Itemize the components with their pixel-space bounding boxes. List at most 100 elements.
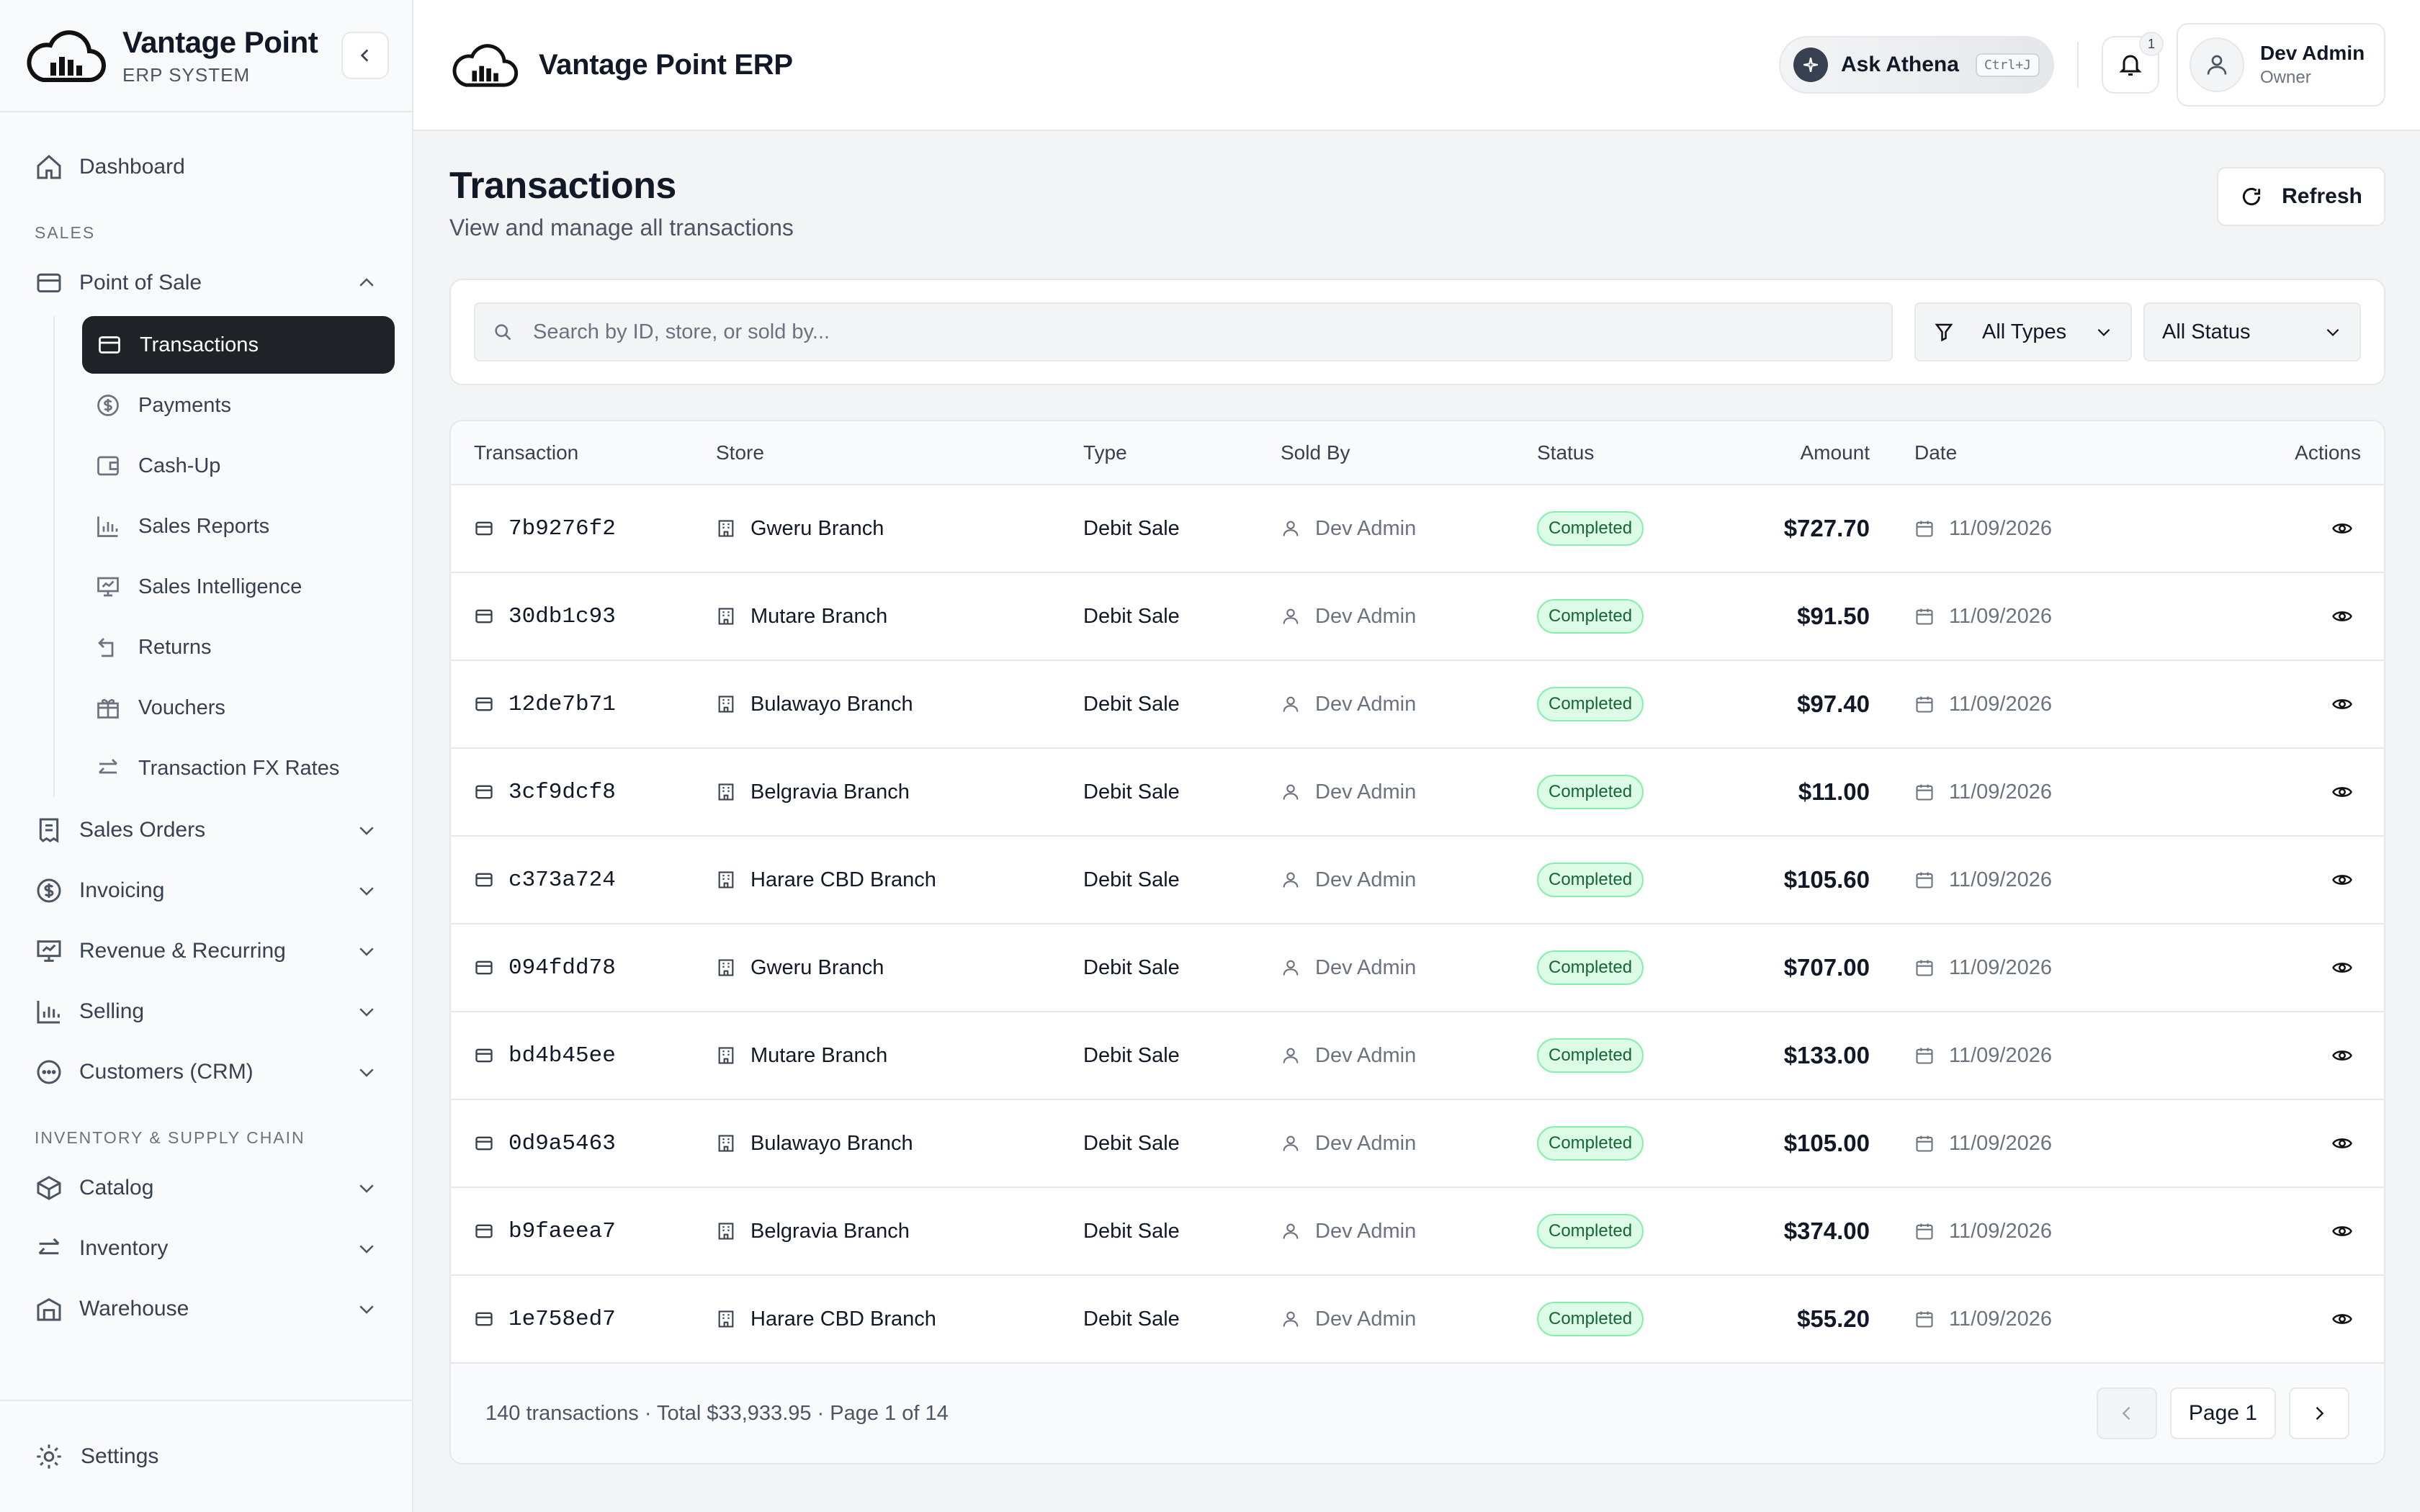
view-button[interactable]: [2323, 1037, 2361, 1074]
sold-by: Dev Admin: [1315, 780, 1417, 804]
card-icon: [475, 785, 493, 799]
status-badge: Completed: [1537, 687, 1644, 721]
view-button[interactable]: [2323, 685, 2361, 723]
view-button[interactable]: [2323, 510, 2361, 547]
view-button[interactable]: [2323, 949, 2361, 986]
table-row[interactable]: 7b9276f2 Gweru Branch Debit Sale Dev Admin C…: [451, 485, 2384, 572]
table-row[interactable]: 30db1c93 Mutare Branch Debit Sale Dev Admin…: [451, 572, 2384, 660]
status-badge: Completed: [1537, 511, 1644, 546]
amount: $55.20: [1797, 1305, 1870, 1332]
sidebar-item-customers-crm[interactable]: Customers (CRM): [17, 1042, 395, 1102]
transaction-id[interactable]: 0d9a5463: [508, 1131, 616, 1156]
notifications-button[interactable]: 1: [2102, 32, 2164, 94]
view-button[interactable]: [2323, 1212, 2361, 1250]
transaction-id[interactable]: c373a724: [508, 868, 616, 893]
sidebar-item-label: Returns: [138, 635, 212, 659]
sidebar-item-catalog[interactable]: Catalog: [17, 1158, 395, 1218]
column-header-store[interactable]: Store: [716, 421, 1083, 485]
eye-icon: [2332, 1138, 2352, 1148]
table-row[interactable]: 12de7b71 Bulawayo Branch Debit Sale Dev Adm…: [451, 660, 2384, 748]
calendar-icon: [1916, 784, 1933, 801]
transaction-id[interactable]: 12de7b71: [508, 692, 616, 717]
column-header-sold-by[interactable]: Sold By: [1281, 421, 1537, 485]
cloud-logo-icon: [27, 30, 106, 82]
table-row[interactable]: b9faeea7 Belgravia Branch Debit Sale Dev Ad…: [451, 1187, 2384, 1275]
card-icon: [99, 336, 120, 354]
amount: $11.00: [1798, 778, 1870, 805]
sidebar-item-inventory[interactable]: Inventory: [17, 1218, 395, 1279]
sidebar-item-payments[interactable]: Payments: [55, 377, 395, 434]
transaction-id[interactable]: b9faeea7: [508, 1219, 616, 1244]
status-filter-select[interactable]: All Status: [2143, 302, 2361, 361]
table-row[interactable]: c373a724 Harare CBD Branch Debit Sale Dev A…: [451, 836, 2384, 924]
sidebar-item-transaction-fx-rates[interactable]: Transaction FX Rates: [55, 739, 395, 797]
sidebar-item-revenue-recurring[interactable]: Revenue & Recurring: [17, 921, 395, 981]
eye-icon: [2332, 523, 2352, 534]
type-filter-select[interactable]: All Types: [1914, 302, 2132, 361]
card-icon: [475, 1312, 493, 1326]
column-header-transaction[interactable]: Transaction: [451, 421, 716, 485]
user-role: Owner: [2260, 68, 2311, 87]
section-label-inventory: INVENTORY & SUPPLY CHAIN: [35, 1128, 305, 1147]
table-row[interactable]: 1e758ed7 Harare CBD Branch Debit Sale Dev A…: [451, 1275, 2384, 1363]
page-indicator: Page 1: [2169, 1387, 2276, 1439]
transaction-id[interactable]: 7b9276f2: [508, 516, 616, 541]
table-row[interactable]: 3cf9dcf8 Belgravia Branch Debit Sale Dev Ad…: [451, 748, 2384, 836]
sidebar-item-settings[interactable]: Settings: [0, 1400, 412, 1512]
refresh-button[interactable]: Refresh: [2217, 167, 2385, 226]
eye-icon: [2332, 963, 2352, 973]
transaction-id[interactable]: 3cf9dcf8: [508, 780, 616, 805]
collapse-sidebar-button[interactable]: [341, 32, 389, 79]
sidebar-item-sales-intelligence[interactable]: Sales Intelligence: [55, 558, 395, 616]
brand-name: Vantage Point: [122, 24, 318, 59]
transaction-id[interactable]: 094fdd78: [508, 955, 616, 981]
transaction-date: 11/09/2026: [1949, 1219, 2052, 1243]
sidebar-item-selling[interactable]: Selling: [17, 981, 395, 1042]
transaction-id[interactable]: 1e758ed7: [508, 1307, 616, 1332]
dollar-circle-icon: [37, 878, 61, 903]
column-header-actions: Actions: [2181, 421, 2384, 485]
view-button[interactable]: [2323, 598, 2361, 635]
filter-icon: [1935, 323, 1953, 342]
sidebar-item-returns[interactable]: Returns: [55, 618, 395, 676]
sidebar-item-dashboard[interactable]: Dashboard: [17, 137, 395, 197]
table-row[interactable]: bd4b45ee Mutare Branch Debit Sale Dev Admin…: [451, 1012, 2384, 1099]
column-header-type[interactable]: Type: [1083, 421, 1281, 485]
chat-icon: [37, 1060, 61, 1084]
store-icon: [718, 783, 734, 801]
amount: $105.60: [1783, 866, 1870, 893]
column-header-date[interactable]: Date: [1914, 421, 2181, 485]
sidebar-item-cash-up[interactable]: Cash-Up: [55, 437, 395, 495]
sidebar-item-sales-reports[interactable]: Sales Reports: [55, 498, 395, 555]
view-button[interactable]: [2323, 1300, 2361, 1338]
column-header-status[interactable]: Status: [1537, 421, 1724, 485]
sidebar-item-vouchers[interactable]: Vouchers: [55, 679, 395, 737]
table-row[interactable]: 094fdd78 Gweru Branch Debit Sale Dev Admin C…: [451, 924, 2384, 1012]
search-input[interactable]: [533, 320, 1874, 344]
transaction-id[interactable]: bd4b45ee: [508, 1043, 616, 1068]
transaction-type: Debit Sale: [1083, 692, 1180, 716]
previous-page-button[interactable]: [2096, 1387, 2157, 1439]
sidebar-item-transactions[interactable]: Transactions: [82, 316, 395, 374]
transaction-date: 11/09/2026: [1949, 1131, 2052, 1155]
cloud-logo-icon: [452, 44, 519, 87]
transaction-id[interactable]: 30db1c93: [508, 604, 616, 629]
sidebar-item-label: Sales Orders: [79, 818, 206, 842]
amount: $105.00: [1783, 1130, 1870, 1156]
transaction-type: Debit Sale: [1083, 868, 1180, 891]
card-icon: [475, 1224, 493, 1238]
view-button[interactable]: [2323, 1125, 2361, 1162]
view-button[interactable]: [2323, 861, 2361, 899]
sidebar-item-invoicing[interactable]: Invoicing: [17, 860, 395, 921]
sidebar-item-point-of-sale[interactable]: Point of Sale: [17, 253, 395, 313]
column-header-amount[interactable]: Amount: [1724, 421, 1914, 485]
sidebar-item-sales-orders[interactable]: Sales Orders: [17, 800, 395, 860]
user-menu[interactable]: Dev Admin Owner: [2177, 23, 2385, 107]
user-icon: [1283, 1048, 1299, 1063]
view-button[interactable]: [2323, 773, 2361, 811]
sidebar-item-warehouse[interactable]: Warehouse: [17, 1279, 395, 1339]
ask-athena-button[interactable]: Ask Athena Ctrl+J: [1779, 36, 2054, 94]
table-row[interactable]: 0d9a5463 Bulawayo Branch Debit Sale Dev Adm…: [451, 1099, 2384, 1187]
store-icon: [718, 520, 734, 537]
next-page-button[interactable]: [2289, 1387, 2349, 1439]
